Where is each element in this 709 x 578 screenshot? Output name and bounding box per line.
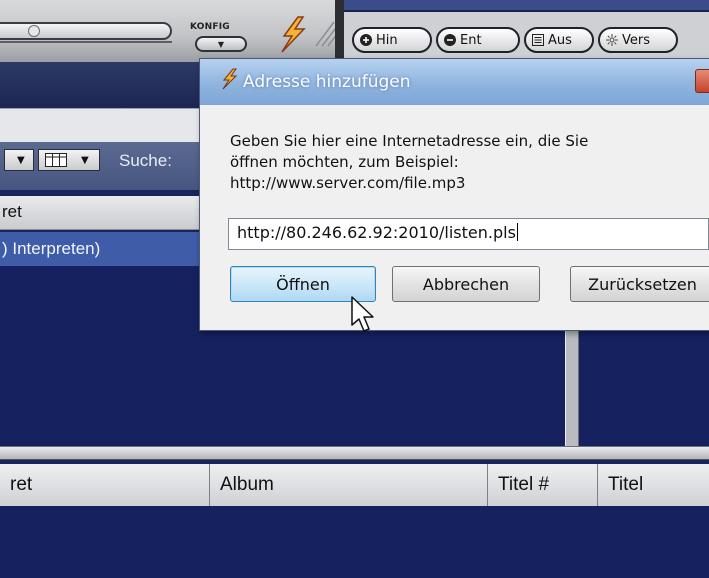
view-button-label: Aus [548,32,572,48]
lightning-icon[interactable] [272,14,312,54]
vertical-splitter[interactable] [565,330,579,450]
track-list[interactable] [0,506,709,578]
mouse-cursor-icon [351,296,374,332]
filter-dropdown[interactable]: ▼ [4,149,34,171]
volume-slider-knob[interactable] [28,25,40,37]
column-header-label: Album [220,474,274,495]
sparkle-icon [606,34,618,46]
library-gray-strip [0,108,210,143]
list-item-label: ) Interpreten) [2,239,101,258]
chevron-down-icon: ▼ [81,155,89,166]
dialog-message-line: Geben Sie hier eine Internetadresse ein,… [230,132,589,150]
dialog-title: Adresse hinzufügen [243,72,411,92]
cancel-button-label: Abbrechen [422,274,510,294]
slider-underline [0,41,172,43]
search-label: Suche: [119,151,172,170]
view-button[interactable]: Aus [524,27,594,53]
reset-button[interactable]: Zurücksetzen [570,266,709,302]
text-caret [516,223,518,241]
library-titlebar [0,62,210,108]
album-list[interactable] [579,330,709,450]
remove-button-label: Ent [460,32,482,48]
dialog-message-line: öffnen möchten, zum Beispiel: [230,153,459,171]
column-header-label: ret [10,474,33,495]
dialog-message: Geben Sie hier eine Internetadresse ein,… [230,131,700,194]
add-button[interactable]: Hin [352,27,432,53]
volume-slider[interactable] [0,22,172,40]
panel-separator [335,0,344,62]
misc-button-label: Vers [622,32,650,48]
add-button-label: Hin [376,32,398,48]
misc-button[interactable]: Vers [598,27,678,53]
dialog-message-line: http://www.server.com/file.mp3 [230,174,466,192]
columns-dropdown[interactable]: ▼ [38,149,100,171]
url-input[interactable]: http://80.246.62.92:2010/listen.pls [228,218,709,250]
konfig-label: KONFIG [190,22,230,32]
artist-column-header-label: ret [2,202,22,221]
reset-button-label: Zurücksetzen [588,274,697,294]
column-header-artist[interactable]: ret [0,464,210,506]
column-header-label: Titel [608,474,644,495]
triangle-down-icon: ▼ [217,39,225,49]
chevron-down-icon: ▼ [17,155,25,166]
lightning-icon [222,68,238,90]
plus-icon [360,34,372,46]
url-input-value: http://80.246.62.92:2010/listen.pls [237,223,516,242]
minus-icon [444,34,456,46]
column-header-label: Titel # [498,474,550,495]
cancel-button[interactable]: Abbrechen [392,266,540,302]
close-button[interactable] [695,69,709,93]
column-header-track-number[interactable]: Titel # [488,464,598,506]
column-header-album[interactable]: Album [210,464,488,506]
horizontal-splitter[interactable] [0,446,709,460]
list-icon [532,34,544,46]
column-header-title[interactable]: Titel [598,464,709,506]
remove-button[interactable]: Ent [436,27,520,53]
columns-icon [45,153,67,167]
artist-column-header[interactable] [0,196,210,230]
konfig-button[interactable]: ▼ [195,36,247,52]
open-button-label: Öffnen [276,274,330,294]
playlist-toolbar-strip [344,0,709,12]
